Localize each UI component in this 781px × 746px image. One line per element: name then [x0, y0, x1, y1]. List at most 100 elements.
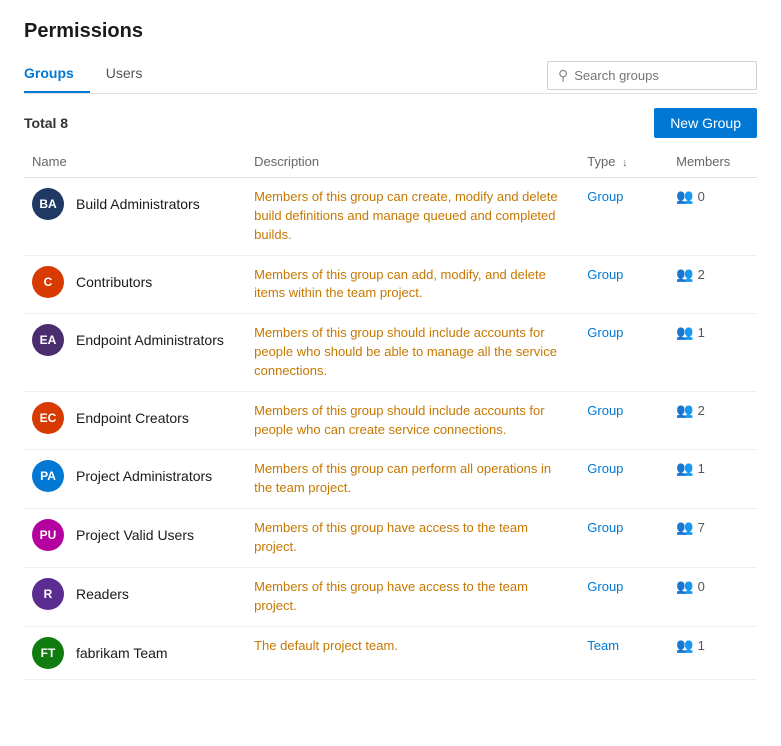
members-cell-1: 👥 2 — [668, 255, 757, 314]
new-group-button[interactable]: New Group — [654, 108, 757, 138]
name-content-1: C Contributors — [32, 266, 238, 298]
members-count-1: 2 — [698, 267, 705, 282]
avatar-6: R — [32, 578, 64, 610]
avatar-5: PU — [32, 519, 64, 551]
name-content-0: BA Build Administrators — [32, 188, 238, 220]
table-row[interactable]: EA Endpoint Administrators Members of th… — [24, 314, 757, 392]
toolbar: Total 8 New Group — [24, 94, 757, 148]
name-cell-3: EC Endpoint Creators — [24, 391, 246, 450]
members-icon-0: 👥 — [676, 188, 693, 205]
sort-icon: ↓ — [622, 157, 628, 169]
search-input[interactable] — [574, 68, 746, 83]
description-text-2: Members of this group should include acc… — [254, 325, 557, 378]
type-value-6: Group — [587, 579, 623, 594]
members-cell-6: 👥 0 — [668, 567, 757, 626]
name-cell-1: C Contributors — [24, 255, 246, 314]
name-content-5: PU Project Valid Users — [32, 519, 238, 551]
description-cell-6: Members of this group have access to the… — [246, 567, 579, 626]
members-count-7: 1 — [698, 638, 705, 653]
type-value-5: Group — [587, 520, 623, 535]
group-name-1: Contributors — [76, 274, 152, 290]
table-row[interactable]: R Readers Members of this group have acc… — [24, 567, 757, 626]
members-cell-7: 👥 1 — [668, 626, 757, 679]
members-cell-5: 👥 7 — [668, 509, 757, 568]
description-cell-0: Members of this group can create, modify… — [246, 178, 579, 256]
members-cell-0: 👥 0 — [668, 178, 757, 256]
group-name-5: Project Valid Users — [76, 527, 194, 543]
members-content-7: 👥 1 — [676, 637, 749, 654]
description-cell-2: Members of this group should include acc… — [246, 314, 579, 392]
description-cell-1: Members of this group can add, modify, a… — [246, 255, 579, 314]
description-cell-5: Members of this group have access to the… — [246, 509, 579, 568]
group-name-4: Project Administrators — [76, 468, 212, 484]
members-count-4: 1 — [698, 461, 705, 476]
members-cell-4: 👥 1 — [668, 450, 757, 509]
table-row[interactable]: BA Build Administrators Members of this … — [24, 178, 757, 256]
members-count-5: 7 — [698, 520, 705, 535]
name-cell-0: BA Build Administrators — [24, 178, 246, 256]
name-content-3: EC Endpoint Creators — [32, 402, 238, 434]
type-value-7: Team — [587, 638, 619, 653]
table-row[interactable]: EC Endpoint Creators Members of this gro… — [24, 391, 757, 450]
col-header-members: Members — [668, 148, 757, 178]
avatar-2: EA — [32, 324, 64, 356]
table-row[interactable]: FT fabrikam Team The default project tea… — [24, 626, 757, 679]
members-content-2: 👥 1 — [676, 324, 749, 341]
header-row: Groups Users ⚲ — [24, 57, 757, 94]
table-row[interactable]: PU Project Valid Users Members of this g… — [24, 509, 757, 568]
type-cell-4: Group — [579, 450, 668, 509]
description-text-1: Members of this group can add, modify, a… — [254, 267, 546, 301]
members-content-5: 👥 7 — [676, 519, 749, 536]
description-text-6: Members of this group have access to the… — [254, 579, 528, 613]
group-name-2: Endpoint Administrators — [76, 332, 224, 348]
members-count-6: 0 — [698, 579, 705, 594]
total-label: Total 8 — [24, 115, 68, 131]
members-icon-5: 👥 — [676, 519, 693, 536]
type-value-0: Group — [587, 189, 623, 204]
search-box: ⚲ — [547, 61, 757, 90]
name-content-7: FT fabrikam Team — [32, 637, 238, 669]
group-name-3: Endpoint Creators — [76, 410, 189, 426]
type-value-1: Group — [587, 267, 623, 282]
members-count-0: 0 — [698, 189, 705, 204]
type-value-4: Group — [587, 461, 623, 476]
search-icon: ⚲ — [558, 67, 568, 84]
group-name-0: Build Administrators — [76, 196, 200, 212]
avatar-7: FT — [32, 637, 64, 669]
type-cell-7: Team — [579, 626, 668, 679]
name-cell-5: PU Project Valid Users — [24, 509, 246, 568]
members-icon-1: 👥 — [676, 266, 693, 283]
tab-users[interactable]: Users — [106, 57, 159, 93]
group-name-7: fabrikam Team — [76, 645, 168, 661]
members-cell-3: 👥 2 — [668, 391, 757, 450]
avatar-4: PA — [32, 460, 64, 492]
members-icon-6: 👥 — [676, 578, 693, 595]
description-cell-4: Members of this group can perform all op… — [246, 450, 579, 509]
description-text-7: The default project team. — [254, 638, 398, 653]
members-count-3: 2 — [698, 403, 705, 418]
tabs: Groups Users — [24, 57, 174, 93]
col-header-description: Description — [246, 148, 579, 178]
type-cell-2: Group — [579, 314, 668, 392]
table-row[interactable]: PA Project Administrators Members of thi… — [24, 450, 757, 509]
avatar-3: EC — [32, 402, 64, 434]
description-text-5: Members of this group have access to the… — [254, 520, 528, 554]
groups-table: Name Description Type ↓ Members BA Buil — [24, 148, 757, 680]
col-header-type[interactable]: Type ↓ — [579, 148, 668, 178]
avatar-1: C — [32, 266, 64, 298]
table-row[interactable]: C Contributors Members of this group can… — [24, 255, 757, 314]
avatar-0: BA — [32, 188, 64, 220]
description-text-0: Members of this group can create, modify… — [254, 189, 558, 242]
type-cell-0: Group — [579, 178, 668, 256]
members-content-4: 👥 1 — [676, 460, 749, 477]
tab-groups[interactable]: Groups — [24, 57, 90, 93]
description-cell-7: The default project team. — [246, 626, 579, 679]
description-cell-3: Members of this group should include acc… — [246, 391, 579, 450]
name-content-2: EA Endpoint Administrators — [32, 324, 238, 356]
type-cell-1: Group — [579, 255, 668, 314]
members-content-0: 👥 0 — [676, 188, 749, 205]
name-cell-7: FT fabrikam Team — [24, 626, 246, 679]
members-content-1: 👥 2 — [676, 266, 749, 283]
type-cell-5: Group — [579, 509, 668, 568]
description-text-3: Members of this group should include acc… — [254, 403, 545, 437]
